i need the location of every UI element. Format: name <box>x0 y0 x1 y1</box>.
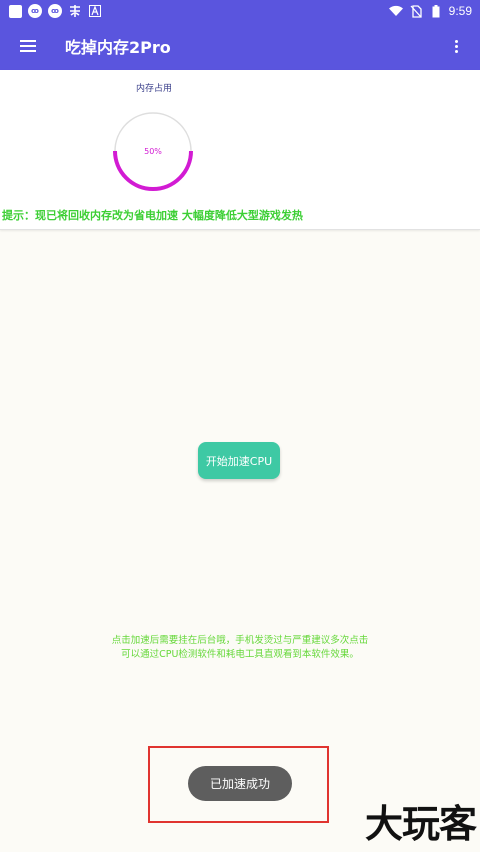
info-line: 点击加速后需要挂在后台哦，手机发烫过与严重建议多次点击 <box>111 635 369 646</box>
toast-message: 已加速成功 <box>188 766 292 801</box>
memory-card: 内存占用 50% 提示：现已将回收内存改为省电加速 大幅度降低大型游戏发热 <box>0 70 480 230</box>
start-accelerate-cpu-button[interactable]: 开始加速CPU <box>198 442 280 479</box>
memory-percent: 50% <box>144 146 162 156</box>
watermark-logo: 大玩客 <box>364 802 477 846</box>
status-bar: ꝏ ꝏ 9:59 <box>0 0 480 22</box>
app-title: 吃掉内存2Pro <box>65 38 171 57</box>
wifi-icon <box>388 4 403 18</box>
app-square-icon <box>8 4 22 18</box>
cloud-icon: ꝏ <box>28 4 42 18</box>
no-sim-icon <box>409 4 423 18</box>
hamburger-icon <box>20 40 36 52</box>
status-bar-right: 9:59 <box>388 4 472 18</box>
notification-icon <box>68 4 82 18</box>
info-text: 点击加速后需要挂在后台哦，手机发烫过与严重建议多次点击 可以通过CPU检测软件和… <box>0 634 480 662</box>
status-bar-left: ꝏ ꝏ <box>8 4 102 18</box>
tip-text: 提示：现已将回收内存改为省电加速 大幅度降低大型游戏发热 <box>2 209 303 222</box>
memory-usage-label: 内存占用 <box>135 84 172 94</box>
cloud-icon: ꝏ <box>48 4 62 18</box>
more-dots-icon <box>454 39 458 43</box>
info-line: 可以通过CPU检测软件和耗电工具直观看到本软件效果。 <box>121 649 359 660</box>
app-bar: 吃掉内存2Pro <box>0 22 480 70</box>
more-options-button[interactable] <box>446 36 466 56</box>
status-time: 9:59 <box>448 4 472 18</box>
menu-button[interactable] <box>0 22 56 70</box>
battery-icon <box>429 4 443 18</box>
a-icon <box>88 4 102 18</box>
